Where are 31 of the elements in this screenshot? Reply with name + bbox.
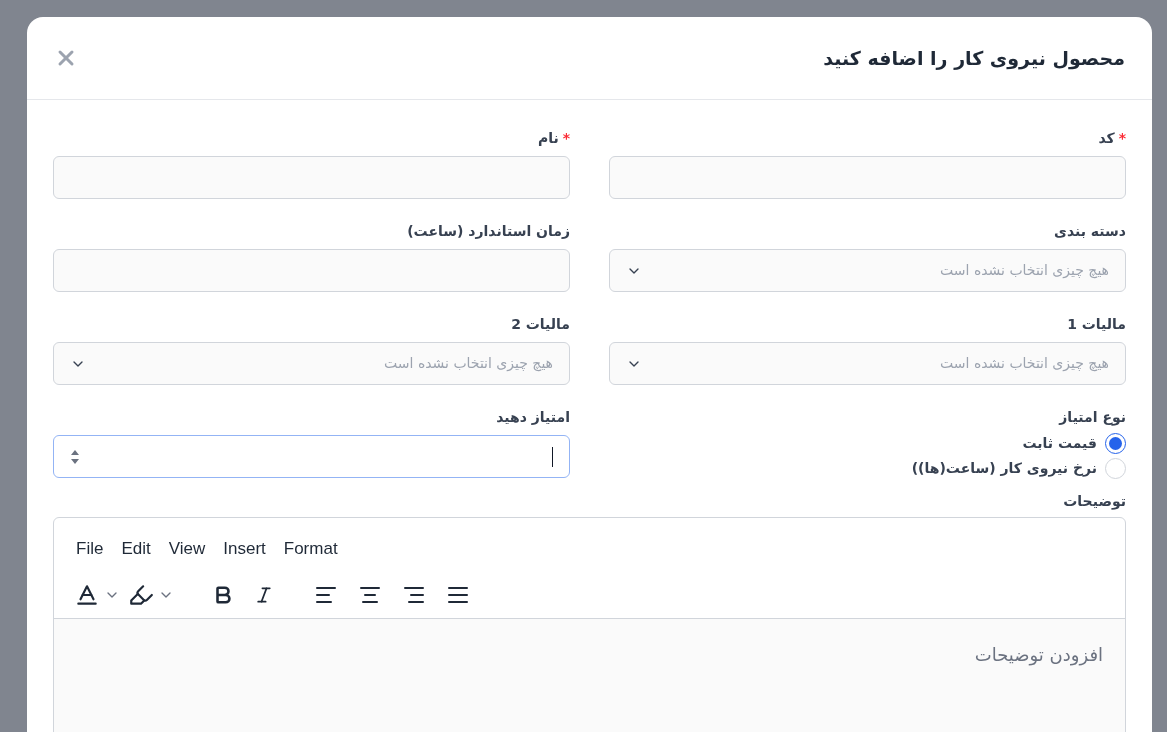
select-placeholder: هیچ چیزی انتخاب نشده است <box>940 261 1109 281</box>
input-field[interactable] <box>53 156 570 199</box>
radio-label: قیمت ثابت <box>1022 434 1097 453</box>
select-placeholder: هیچ چیزی انتخاب نشده است <box>940 354 1109 374</box>
field-label: نوع امتیاز <box>1059 407 1126 428</box>
menu-item[interactable]: View <box>166 536 208 562</box>
field-label: نام <box>537 128 559 148</box>
input-field[interactable] <box>609 156 1126 199</box>
field-label: مالیات 1 <box>1067 314 1126 334</box>
field-label: مالیات 2 <box>511 314 570 334</box>
field-label: توضیحات <box>1063 493 1126 509</box>
editor-placeholder: افزودن توضیحات <box>974 643 1103 665</box>
input-field[interactable] <box>53 249 570 292</box>
text-cursor <box>552 446 553 467</box>
radio-label: نرخ نیروی کار (ساعت(ها)) <box>911 459 1097 479</box>
menu-item[interactable]: Edit <box>119 536 153 562</box>
required-asterisk: * <box>562 131 570 145</box>
field-label: امتیاز دهید <box>496 407 570 427</box>
menu-item[interactable]: File <box>74 536 106 562</box>
menu-item[interactable]: Format <box>281 536 340 562</box>
field-label: کد <box>1098 128 1115 148</box>
required-asterisk: * <box>1118 131 1126 145</box>
select-placeholder: هیچ چیزی انتخاب نشده است <box>384 354 553 374</box>
menu-item[interactable]: Insert <box>221 536 268 562</box>
radio-button[interactable] <box>1105 433 1126 454</box>
editor-area[interactable]: افزودن توضیحات <box>54 618 1125 732</box>
italic-button[interactable] <box>254 584 274 605</box>
dialog-title: محصول نیروی کار را اضافه کنید <box>823 45 1125 72</box>
field-label: زمان استاندارد (ساعت) <box>407 221 570 241</box>
field-label: دسته بندی <box>1054 221 1126 241</box>
number-input-field[interactable] <box>53 435 570 478</box>
